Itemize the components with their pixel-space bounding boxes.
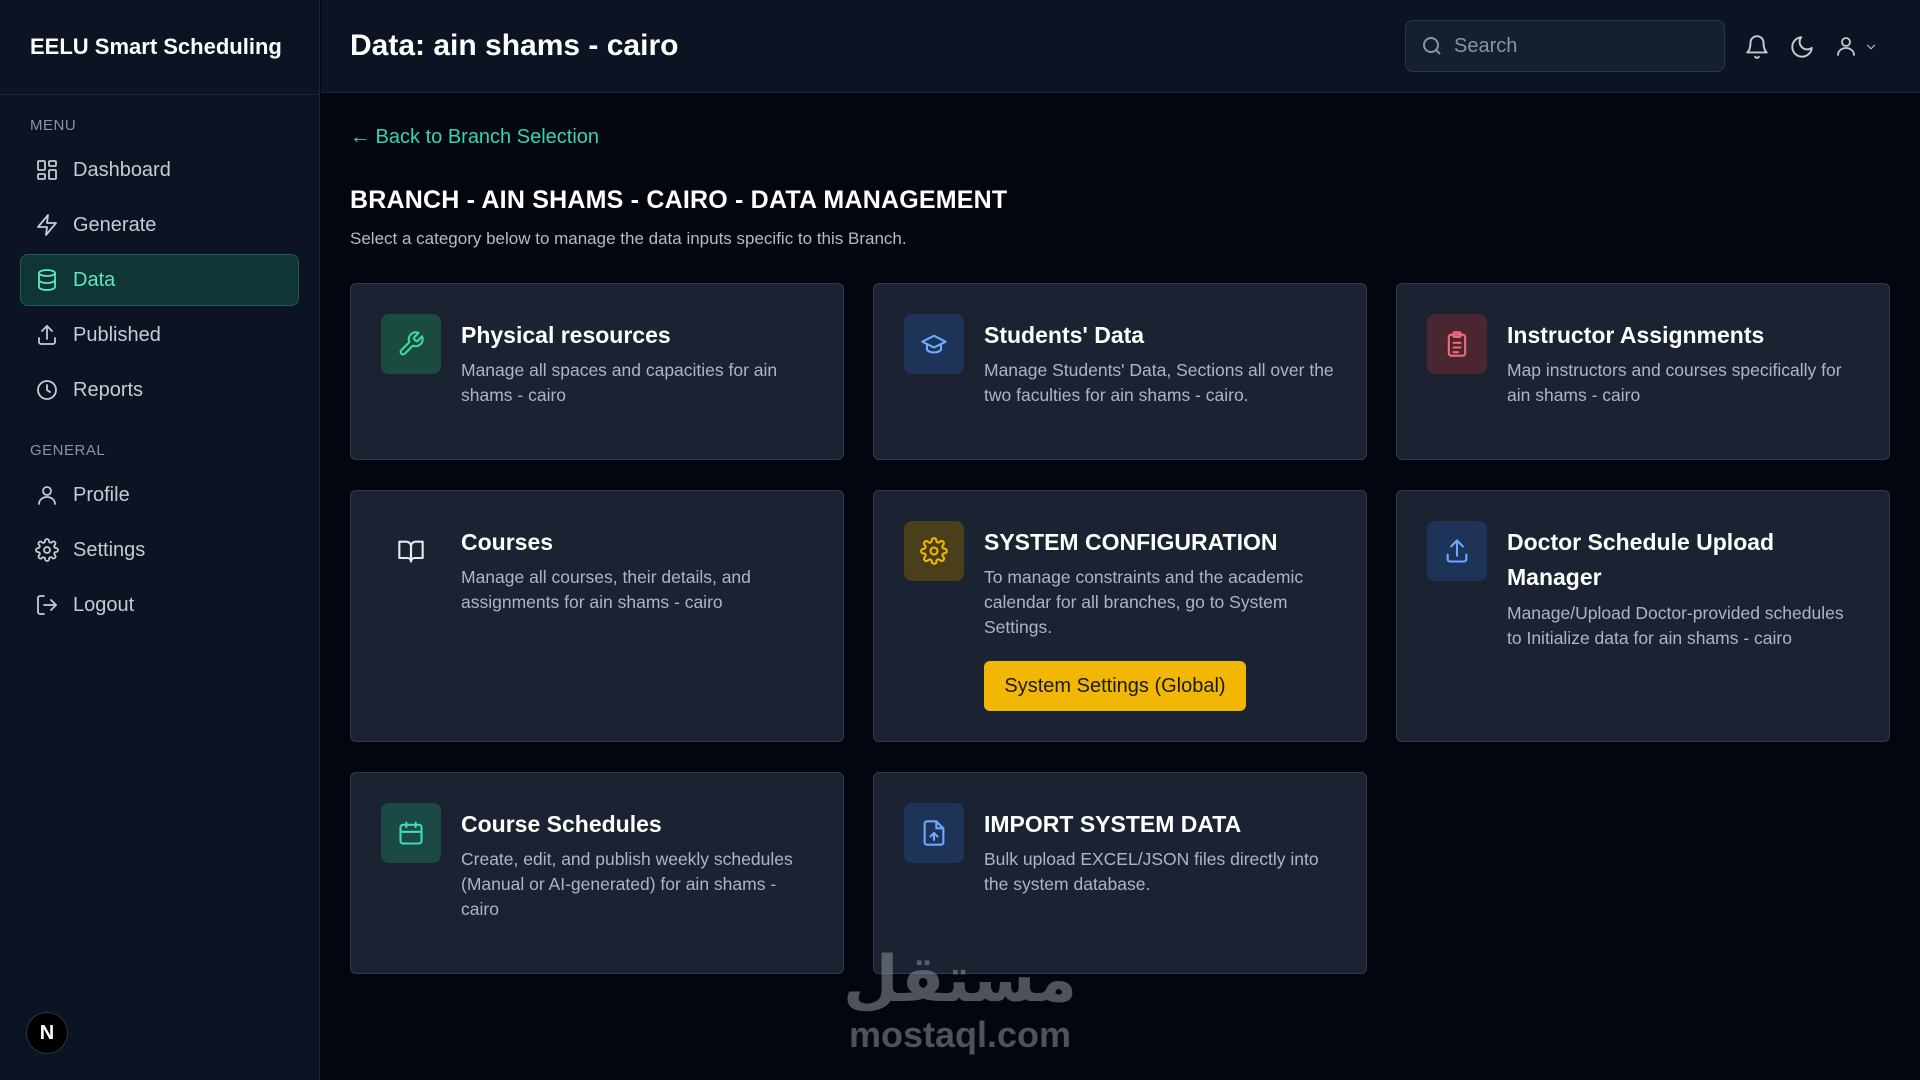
search-input[interactable] — [1454, 34, 1714, 58]
card-icon-box — [904, 314, 964, 374]
upload-icon — [1446, 539, 1468, 563]
card-description: To manage constraints and the academic c… — [984, 567, 1304, 637]
app-brand: EELU Smart Scheduling — [0, 0, 319, 95]
theme-toggle-button[interactable] — [1789, 34, 1815, 60]
card-title: IMPORT SYSTEM DATA — [984, 811, 1242, 837]
file-upload-icon — [923, 820, 945, 846]
sidebar-item-data[interactable]: Data — [20, 254, 299, 306]
sidebar-item-label: Data — [73, 268, 116, 291]
card-icon-box — [381, 521, 441, 581]
book-icon — [398, 540, 424, 563]
card-description: Manage all spaces and capacities for ain… — [461, 360, 778, 405]
notification-bell-button[interactable] — [1744, 34, 1770, 60]
card-description: Manage/Upload Doctor-provided schedules … — [1507, 603, 1844, 648]
card-title: Students' Data — [984, 322, 1145, 348]
card-icon-box — [1427, 314, 1487, 374]
card-icon-box — [381, 314, 441, 374]
card-title: Instructor Assignments — [1507, 322, 1765, 348]
graduation-cap-icon — [921, 334, 947, 354]
card-icon-box — [1427, 521, 1487, 581]
section-subtitle: Select a category below to manage the da… — [350, 229, 907, 248]
chevron-down-icon — [1866, 44, 1876, 50]
system-settings-button[interactable]: System Settings (Global) — [984, 661, 1246, 711]
sidebar: EELU Smart Scheduling MENU Dashboard Gen… — [0, 0, 320, 1080]
card-description: Manage Students' Data, Sections all over… — [984, 360, 1334, 405]
card-physical-resources[interactable]: Physical resources Manage all spaces and… — [350, 283, 844, 460]
user-icon — [1837, 37, 1855, 56]
card-title: Physical resources — [461, 322, 671, 348]
section-title: BRANCH - AIN SHAMS - CAIRO - DATA MANAGE… — [350, 186, 1008, 214]
gear-icon — [920, 537, 948, 565]
logout-icon — [37, 595, 57, 615]
card-doctor-schedule-upload[interactable]: Doctor Schedule Upload Manager Manage/Up… — [1396, 490, 1890, 742]
dashboard-icon — [37, 160, 57, 180]
card-instructor-assignments[interactable]: Instructor Assignments Map instructors a… — [1396, 283, 1890, 460]
gear-icon — [35, 538, 59, 562]
sidebar-item-reports[interactable]: Reports — [20, 364, 299, 416]
user-menu-button[interactable] — [1834, 34, 1884, 60]
wrench-icon — [399, 331, 424, 356]
general-heading: GENERAL — [30, 442, 106, 459]
moon-icon — [1791, 36, 1813, 58]
card-description: Manage all courses, their details, and a… — [461, 567, 751, 612]
card-icon-box — [904, 803, 964, 863]
clipboard-icon — [1447, 331, 1467, 357]
card-description: Map instructors and courses specifically… — [1507, 360, 1842, 405]
sidebar-item-settings[interactable]: Settings — [20, 524, 299, 576]
user-icon — [38, 486, 56, 505]
sidebar-item-label: Logout — [73, 593, 135, 616]
card-course-schedules[interactable]: Course Schedules Create, edit, and publi… — [350, 772, 844, 974]
search-box[interactable] — [1405, 20, 1725, 72]
calendar-icon — [399, 821, 423, 845]
card-title: Courses — [461, 529, 554, 555]
menu-heading: MENU — [30, 117, 77, 134]
sidebar-item-label: Reports — [73, 378, 144, 401]
card-system-configuration: SYSTEM CONFIGURATION To manage constrain… — [873, 490, 1367, 742]
sidebar-item-label: Generate — [73, 213, 157, 236]
n-badge[interactable]: N — [26, 1012, 68, 1054]
watermark-arabic: مستقل — [842, 943, 1078, 1017]
clock-icon — [37, 380, 57, 400]
card-students-data[interactable]: Students' Data Manage Students' Data, Se… — [873, 283, 1367, 460]
sidebar-item-label: Dashboard — [73, 158, 171, 181]
card-description: Create, edit, and publish weekly schedul… — [461, 849, 793, 919]
watermark: مستقل mostaql.com — [830, 945, 1090, 1055]
card-title: Doctor Schedule Upload Manager — [1507, 529, 1775, 590]
card-title: Course Schedules — [461, 811, 662, 837]
sidebar-item-label: Published — [73, 323, 161, 346]
lightning-icon — [37, 214, 57, 236]
card-title: SYSTEM CONFIGURATION — [984, 529, 1278, 555]
sidebar-item-label: Profile — [73, 483, 130, 506]
sidebar-item-profile[interactable]: Profile — [20, 469, 299, 521]
bell-icon — [1746, 35, 1768, 59]
card-description: Bulk upload EXCEL/JSON files directly in… — [984, 849, 1319, 894]
page-title: Data: ain shams - cairo — [350, 29, 679, 62]
database-icon — [38, 269, 56, 291]
sidebar-item-published[interactable]: Published — [20, 309, 299, 361]
sidebar-item-label: Settings — [73, 538, 146, 561]
search-icon — [1423, 37, 1441, 55]
back-to-branch-link[interactable]: ← Back to Branch Selection — [350, 126, 599, 149]
card-icon-box — [381, 803, 441, 863]
card-icon-box — [904, 521, 964, 581]
watermark-latin: mostaql.com — [848, 1014, 1072, 1055]
sidebar-item-logout[interactable]: Logout — [20, 579, 299, 631]
upload-icon — [38, 325, 56, 345]
card-courses[interactable]: Courses Manage all courses, their detail… — [350, 490, 844, 742]
sidebar-item-dashboard[interactable]: Dashboard — [20, 144, 299, 196]
sidebar-item-generate[interactable]: Generate — [20, 199, 299, 251]
